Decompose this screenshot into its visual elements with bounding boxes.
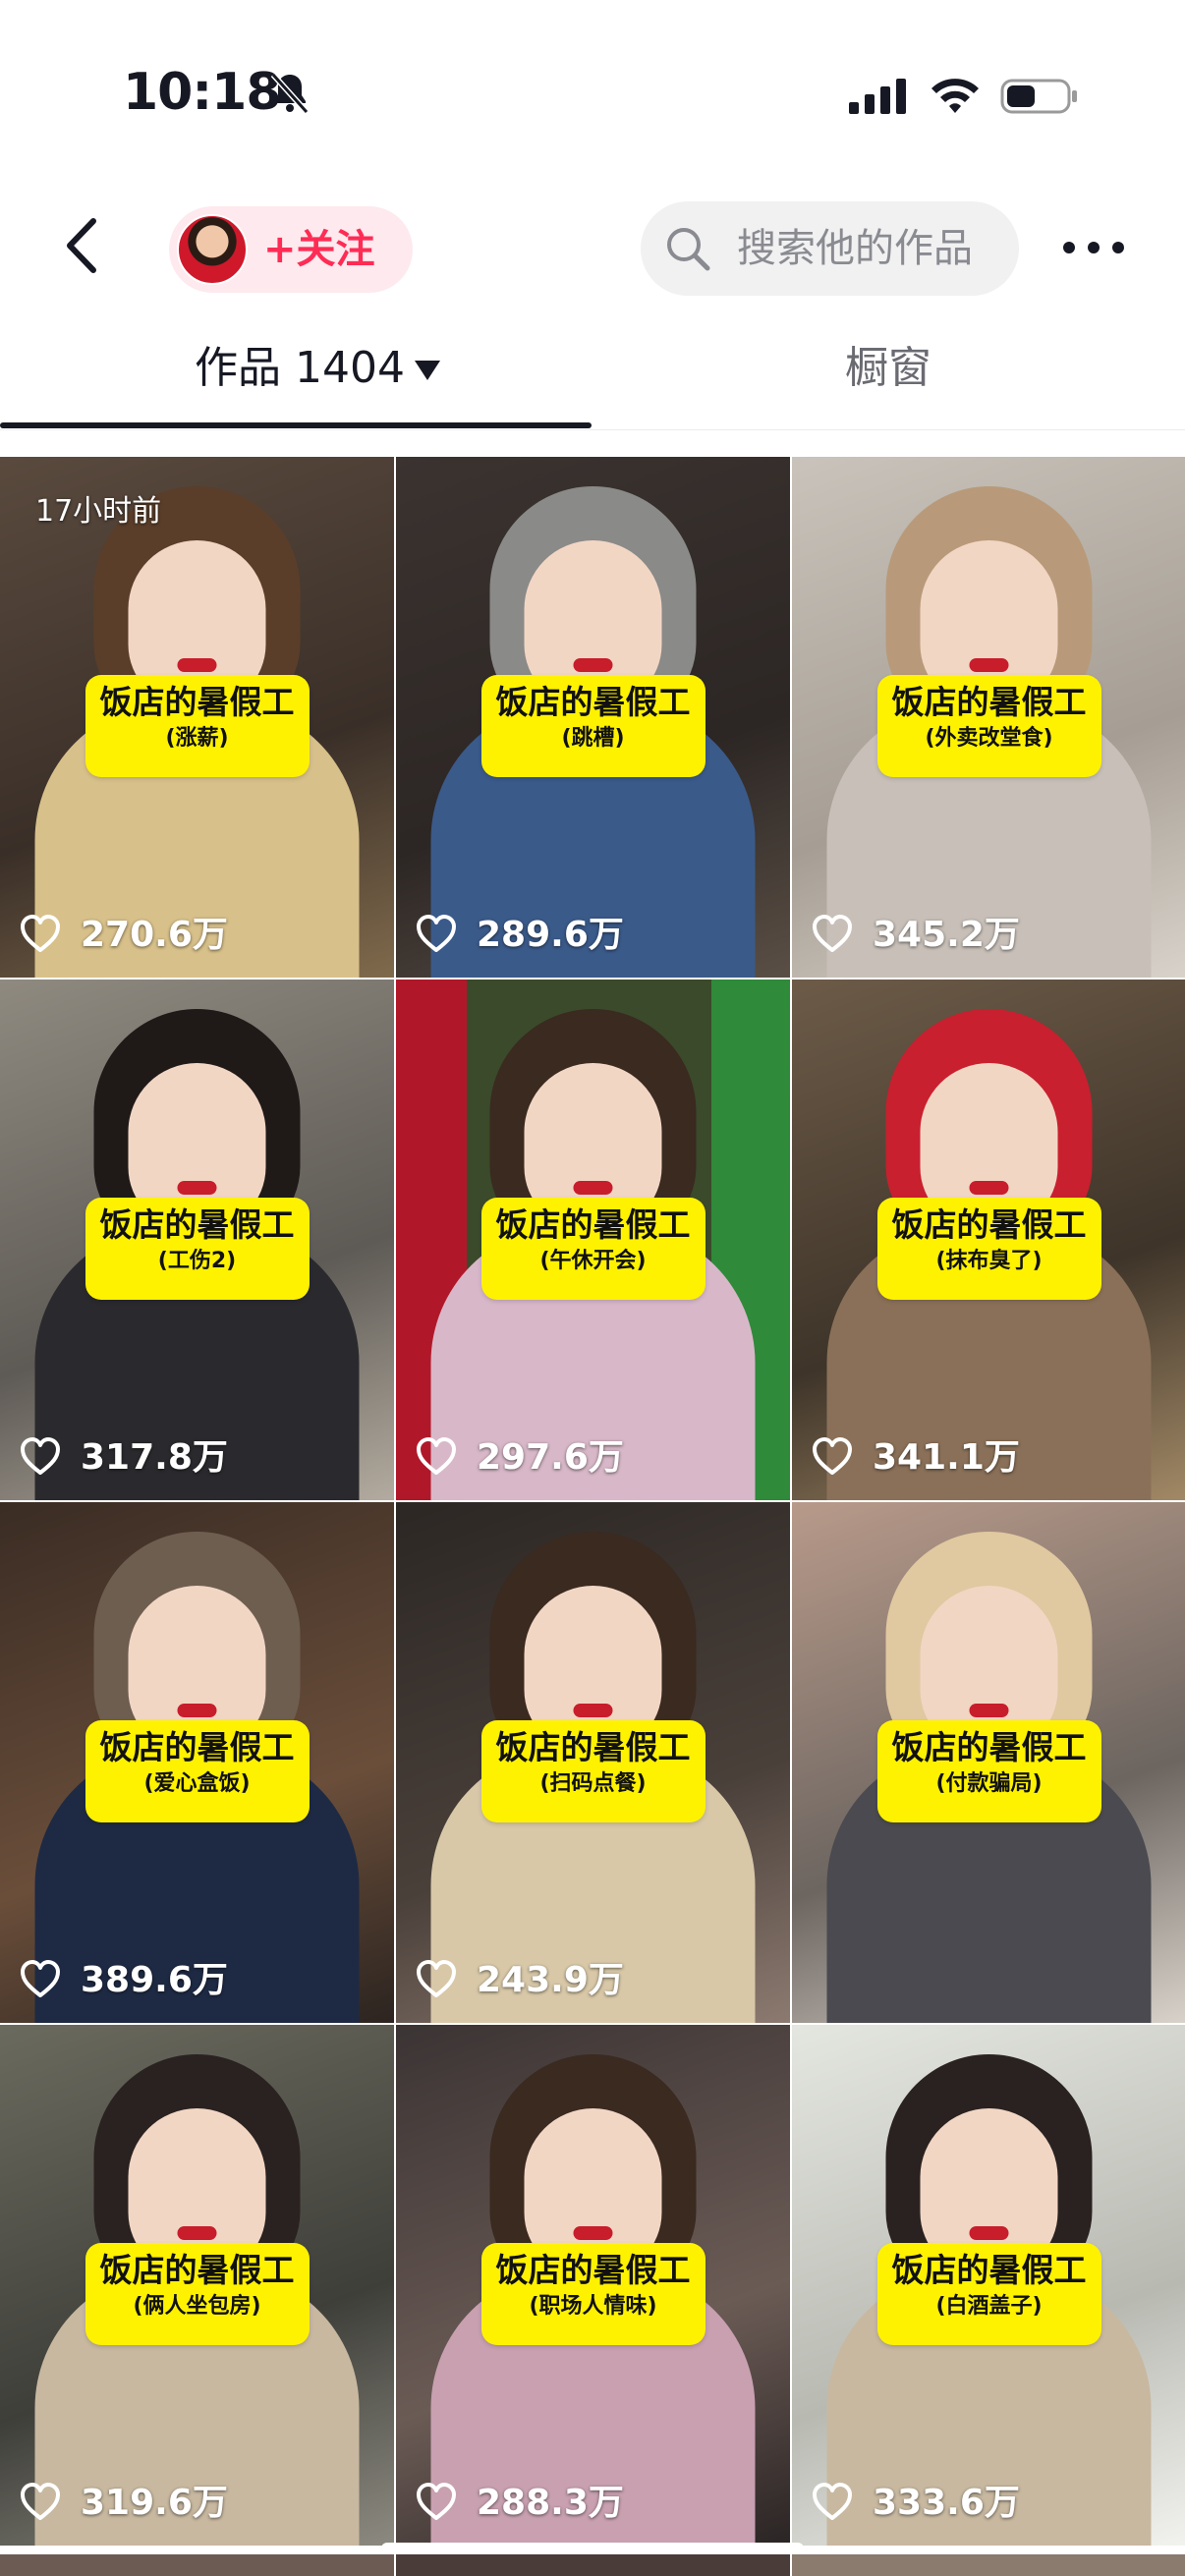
video-title: 饭店的暑假工	[495, 1205, 691, 1244]
like-count-text: 297.6万	[477, 1437, 624, 1478]
heart-icon	[21, 2483, 60, 2520]
video-subtitle: (跳槽)	[561, 726, 625, 751]
bell-slash-icon	[270, 72, 310, 115]
video-title-card: 饭店的暑假工 (付款骗局)	[876, 1720, 1101, 1822]
heart-icon	[417, 1437, 456, 1475]
video-tile[interactable]: 饭店的暑假工 (付款骗局)	[792, 1502, 1185, 2023]
like-count-text: 319.6万	[81, 2483, 228, 2523]
video-title-card: 饭店的暑假工 (职场人情味)	[480, 2243, 705, 2345]
video-subtitle: (工伤2)	[157, 1249, 237, 1273]
like-count-text: 345.2万	[873, 915, 1020, 955]
heart-icon	[21, 915, 60, 952]
post-time-badge: 17小时前	[35, 494, 162, 529]
like-count-text: 341.1万	[873, 1437, 1020, 1478]
video-title-card: 饭店的暑假工 (扫码点餐)	[480, 1720, 705, 1822]
heart-icon	[417, 1960, 456, 1997]
search-icon	[667, 228, 710, 271]
tab-works-label: 作品	[195, 343, 281, 393]
like-count-text: 270.6万	[81, 915, 228, 955]
video-title-card: 饭店的暑假工 (抹布臭了)	[876, 1198, 1101, 1300]
video-tile[interactable]: 饭店的暑假工 (白酒盖子) 333.6万	[792, 2025, 1185, 2546]
avatar[interactable]	[177, 214, 248, 285]
heart-icon	[21, 1960, 60, 1997]
video-title-card: 饭店的暑假工 (工伤2)	[85, 1198, 310, 1300]
follow-button[interactable]: +关注	[263, 222, 375, 277]
status-bar: 10:18	[0, 0, 1185, 187]
video-subtitle: (俩人坐包房)	[133, 2294, 261, 2319]
video-subtitle: (白酒盖子)	[935, 2294, 1043, 2319]
video-title: 饭店的暑假工	[891, 2251, 1087, 2289]
video-title-card: 饭店的暑假工 (爱心盒饭)	[85, 1720, 310, 1822]
like-count-text: 317.8万	[81, 1437, 228, 1478]
heart-icon	[813, 1437, 852, 1475]
tab-works[interactable]: 作品 1404	[195, 339, 405, 398]
heart-icon	[21, 1437, 60, 1475]
follow-pill[interactable]: +关注	[169, 206, 413, 293]
video-title: 饭店的暑假工	[99, 1205, 295, 1244]
like-count-text: 289.6万	[477, 915, 624, 955]
video-tile[interactable]: 饭店的暑假工 (涨薪) 17小时前 270.6万	[0, 457, 394, 978]
video-subtitle: (涨薪)	[165, 726, 229, 751]
video-tile[interactable]: 饭店的暑假工 (职场人情味) 288.3万	[396, 2025, 790, 2546]
video-subtitle: (职场人情味)	[529, 2294, 657, 2319]
video-tile[interactable]: 饭店的暑假工 (爱心盒饭) 389.6万	[0, 1502, 394, 2023]
video-title-card: 饭店的暑假工 (外卖改堂食)	[876, 675, 1101, 777]
video-title: 饭店的暑假工	[99, 2251, 295, 2289]
video-tile[interactable]: 饭店的暑假工 (抹布臭了) 341.1万	[792, 980, 1185, 1500]
video-tile[interactable]: 饭店的暑假工 (俩人坐包房) 319.6万	[0, 2025, 394, 2546]
heart-icon	[417, 2483, 456, 2520]
video-title: 饭店的暑假工	[891, 683, 1087, 721]
tab-window[interactable]: 橱窗	[845, 339, 931, 398]
video-title-card: 饭店的暑假工 (午休开会)	[480, 1198, 705, 1300]
search-input[interactable]: 搜索他的作品	[641, 201, 1019, 296]
video-tile[interactable]: 饭店的暑假工 (工伤2) 317.8万	[0, 980, 394, 1500]
video-tile[interactable]: 饭店的暑假工 (跳槽) 289.6万	[396, 457, 790, 978]
next-row-peek	[0, 2554, 1185, 2576]
video-title: 饭店的暑假工	[495, 683, 691, 721]
back-button[interactable]	[54, 211, 113, 280]
video-title-card: 饭店的暑假工 (跳槽)	[480, 675, 705, 777]
video-title: 饭店的暑假工	[495, 2251, 691, 2289]
video-tile[interactable]: 饭店的暑假工 (扫码点餐) 243.9万	[396, 1502, 790, 2023]
caret-down-icon[interactable]	[413, 359, 442, 382]
video-title-card: 饭店的暑假工 (俩人坐包房)	[85, 2243, 310, 2345]
video-title: 饭店的暑假工	[495, 1728, 691, 1766]
tab-active-indicator	[0, 422, 592, 428]
like-count-text: 243.9万	[477, 1960, 624, 2000]
status-time: 10:18	[123, 63, 282, 122]
video-title-card: 饭店的暑假工 (涨薪)	[85, 675, 310, 777]
video-subtitle: (爱心盒饭)	[143, 1771, 251, 1796]
video-title-card: 饭店的暑假工 (白酒盖子)	[876, 2243, 1101, 2345]
video-subtitle: (外卖改堂食)	[925, 726, 1053, 751]
like-count-text: 389.6万	[81, 1960, 228, 2000]
tab-works-count: 1404	[295, 343, 405, 393]
video-title: 饭店的暑假工	[99, 1728, 295, 1766]
video-subtitle: (抹布臭了)	[935, 1249, 1043, 1273]
heart-icon	[813, 915, 852, 952]
video-subtitle: (扫码点餐)	[539, 1771, 647, 1796]
video-tile[interactable]: 饭店的暑假工 (外卖改堂食) 345.2万	[792, 457, 1185, 978]
cellular-signal-icon	[849, 79, 906, 114]
tab-divider	[0, 429, 1185, 430]
battery-icon	[1000, 79, 1077, 114]
like-count-text: 288.3万	[477, 2483, 624, 2523]
heart-icon	[813, 2483, 852, 2520]
video-subtitle: (午休开会)	[539, 1249, 647, 1273]
video-tile[interactable]: 饭店的暑假工 (午休开会) 297.6万	[396, 980, 790, 1500]
video-title: 饭店的暑假工	[99, 683, 295, 721]
more-horizontal-icon[interactable]	[1059, 224, 1128, 271]
video-subtitle: (付款骗局)	[935, 1771, 1043, 1796]
like-count-text: 333.6万	[873, 2483, 1020, 2523]
video-title: 饭店的暑假工	[891, 1728, 1087, 1766]
wifi-icon	[931, 79, 979, 113]
video-title: 饭店的暑假工	[891, 1205, 1087, 1244]
search-placeholder: 搜索他的作品	[737, 226, 973, 271]
home-indicator[interactable]	[381, 2543, 804, 2554]
heart-icon	[417, 915, 456, 952]
